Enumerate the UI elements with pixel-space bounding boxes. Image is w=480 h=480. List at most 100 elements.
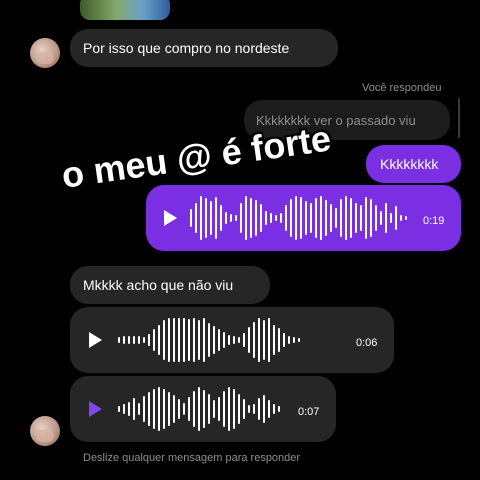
waveform-bar [293,337,295,343]
play-icon[interactable] [89,332,102,348]
waveform-bar [243,399,245,419]
audio-waveform[interactable] [118,384,280,434]
waveform-bar [193,318,195,362]
avatar[interactable] [30,416,60,446]
waveform-bar [268,400,270,418]
waveform-bar [208,394,210,424]
waveform-bar [128,336,130,344]
waveform-bar [360,205,362,231]
voice-message-incoming[interactable]: 0:06 [70,307,394,373]
waveform-bar [235,215,237,221]
waveform-bar [178,399,180,419]
waveform-bar [228,387,230,431]
waveform-bar [268,318,270,362]
waveform-bar [200,196,202,240]
waveform-bar [223,391,225,427]
waveform-bar [278,406,280,412]
waveform-bar [173,395,175,423]
voice-message-incoming[interactable]: 0:07 [70,376,336,442]
avatar[interactable] [30,38,60,68]
audio-waveform[interactable] [118,315,300,365]
waveform-bar [215,197,217,239]
waveform-bar [263,320,265,360]
waveform-bar [238,337,240,343]
waveform-bar [138,403,140,415]
waveform-bar [233,389,235,429]
swipe-to-reply-hint: Deslize qualquer mensagem para responder [83,452,301,464]
message-bubble-outgoing[interactable]: Kkkkkkkk [366,145,461,183]
waveform-bar [148,392,150,426]
waveform-bar [290,199,292,237]
message-text: Por isso que compro no nordeste [83,40,290,56]
waveform-bar [183,318,185,362]
waveform-bar [218,397,220,421]
shared-media-thumbnail[interactable] [80,0,170,20]
waveform-bar [310,203,312,233]
waveform-bar [245,196,247,240]
waveform-bar [285,205,287,231]
waveform-bar [253,322,255,358]
waveform-bar [230,214,232,222]
waveform-bar [158,325,160,355]
audio-waveform[interactable] [190,193,407,243]
waveform-bar [263,395,265,423]
waveform-bar [243,333,245,347]
waveform-bar [193,391,195,427]
waveform-bar [123,404,125,414]
voice-duration: 0:19 [423,215,445,227]
waveform-bar [270,213,272,223]
waveform-bar [238,394,240,424]
waveform-bar [183,403,185,415]
play-icon[interactable] [164,210,177,226]
waveform-bar [273,325,275,355]
waveform-bar [223,332,225,348]
waveform-bar [203,318,205,362]
waveform-bar [123,336,125,344]
waveform-bar [275,215,277,221]
play-icon[interactable] [89,401,102,417]
waveform-bar [133,398,135,420]
waveform-bar [198,387,200,431]
waveform-bar [188,397,190,421]
waveform-bar [240,203,242,233]
waveform-bar [153,389,155,429]
waveform-bar [198,320,200,360]
waveform-bar [168,318,170,362]
waveform-bar [400,215,402,221]
waveform-bar [295,196,297,240]
waveform-bar [395,206,397,230]
waveform-bar [138,336,140,344]
waveform-bar [278,328,280,352]
waveform-bar [218,329,220,351]
waveform-bar [273,404,275,414]
waveform-bar [128,402,130,416]
waveform-bar [258,398,260,420]
waveform-bar [190,209,192,227]
waveform-bar [335,208,337,228]
waveform-bar [188,319,190,361]
waveform-bar [210,201,212,235]
waveform-bar [258,318,260,362]
message-text: Mkkkk acho que não viu [83,277,234,293]
waveform-bar [143,337,145,343]
waveform-bar [178,318,180,362]
message-bubble-incoming[interactable]: Mkkkk acho que não viu [70,266,270,304]
waveform-bar [168,392,170,426]
voice-message-outgoing[interactable]: 0:19 [146,185,461,251]
waveform-bar [250,198,252,238]
waveform-bar [205,198,207,238]
waveform-bar [315,198,317,238]
waveform-bar [203,390,205,428]
waveform-bar [255,200,257,236]
waveform-bar [300,197,302,239]
waveform-bar [220,205,222,231]
waveform-bar [163,389,165,429]
message-text: Kkkkkkkk [380,156,439,172]
waveform-bar [163,320,165,360]
waveform-bar [340,199,342,237]
waveform-bar [248,405,250,413]
waveform-bar [345,196,347,240]
message-bubble-incoming[interactable]: Por isso que compro no nordeste [70,29,338,67]
waveform-bar [305,201,307,235]
reply-indicator-bar [458,98,460,138]
